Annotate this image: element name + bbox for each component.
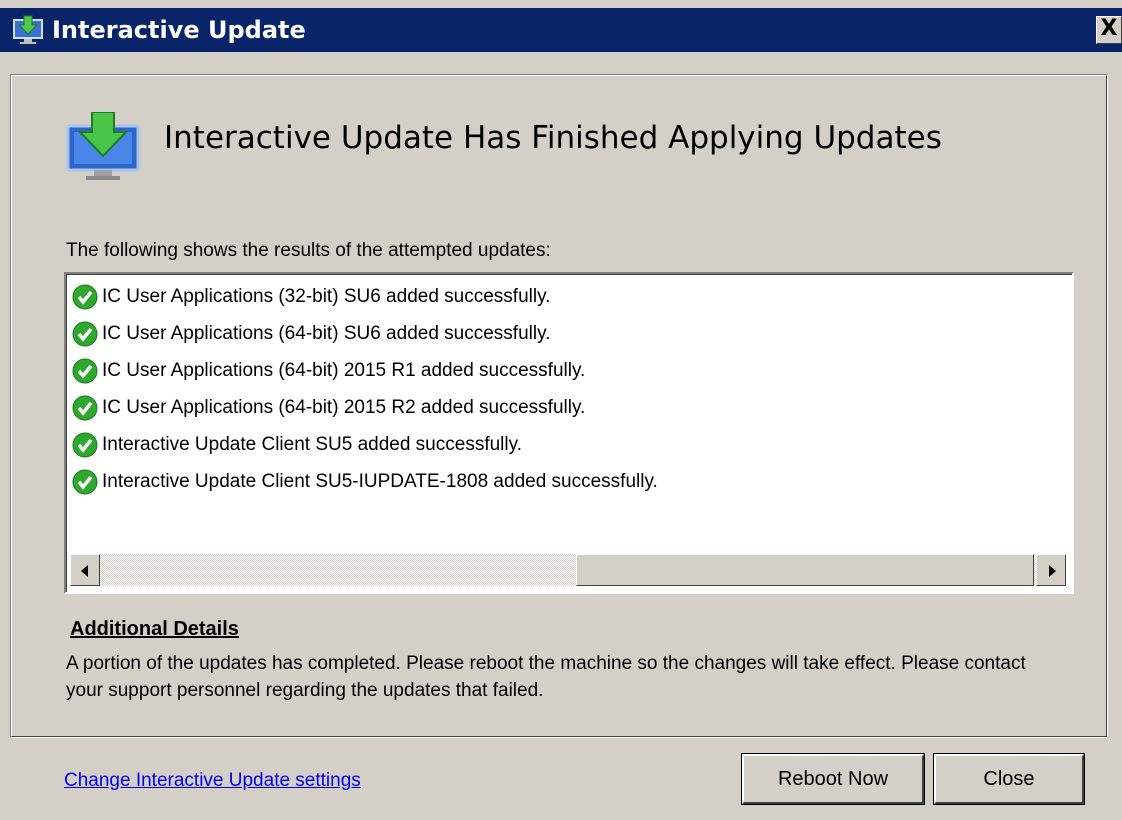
- settings-link[interactable]: Change Interactive Update settings: [64, 770, 361, 792]
- close-window-button[interactable]: X: [1096, 16, 1122, 44]
- horizontal-scrollbar[interactable]: [70, 554, 1066, 586]
- list-item-text: IC User Applications (64-bit) 2015 R1 ad…: [102, 360, 586, 381]
- list-item-text: Interactive Update Client SU5 added succ…: [102, 434, 522, 455]
- interactive-update-window: Interactive Update X Interactive Update …: [0, 0, 1122, 820]
- list-item-text: IC User Applications (32-bit) SU6 added …: [102, 286, 551, 307]
- details-text: A portion of the updates has completed. …: [66, 653, 1026, 701]
- list-item[interactable]: IC User Applications (64-bit) SU6 added …: [72, 315, 550, 353]
- results-listbox[interactable]: IC User Applications (32-bit) SU6 added …: [64, 272, 1074, 594]
- list-item[interactable]: IC User Applications (64-bit) 2015 R2 ad…: [72, 389, 585, 427]
- arrow-right-icon: [1049, 565, 1056, 577]
- scroll-left-button[interactable]: [70, 554, 100, 586]
- results-label: The following shows the results of the a…: [66, 240, 551, 261]
- green-checkmark-icon: [72, 432, 98, 458]
- list-item[interactable]: IC User Applications (64-bit) 2015 R1 ad…: [72, 352, 585, 390]
- green-checkmark-icon: [72, 469, 98, 495]
- green-checkmark-icon: [72, 284, 98, 310]
- reboot-now-button[interactable]: Reboot Now: [741, 753, 925, 805]
- scroll-right-button[interactable]: [1036, 554, 1066, 586]
- scrollbar-thumb[interactable]: [576, 554, 1034, 586]
- title-bar[interactable]: Interactive Update X: [0, 8, 1122, 52]
- download-monitor-icon: [13, 15, 43, 44]
- arrow-left-icon: [81, 565, 88, 577]
- window-title: Interactive Update: [52, 16, 306, 44]
- list-item-text: IC User Applications (64-bit) 2015 R2 ad…: [102, 397, 586, 418]
- list-item[interactable]: Interactive Update Client SU5 added succ…: [72, 426, 522, 464]
- list-item[interactable]: IC User Applications (32-bit) SU6 added …: [72, 278, 550, 316]
- details-heading: Additional Details: [70, 618, 239, 640]
- list-item-text: Interactive Update Client SU5-IUPDATE-18…: [102, 471, 658, 492]
- green-checkmark-icon: [72, 358, 98, 384]
- green-checkmark-icon: [72, 321, 98, 347]
- list-item-text: IC User Applications (64-bit) SU6 added …: [102, 323, 551, 344]
- download-monitor-icon: [66, 112, 140, 180]
- green-checkmark-icon: [72, 395, 98, 421]
- page-title: Interactive Update Has Finished Applying…: [164, 120, 942, 156]
- close-button[interactable]: Close: [933, 753, 1085, 805]
- list-item[interactable]: Interactive Update Client SU5-IUPDATE-18…: [72, 463, 658, 501]
